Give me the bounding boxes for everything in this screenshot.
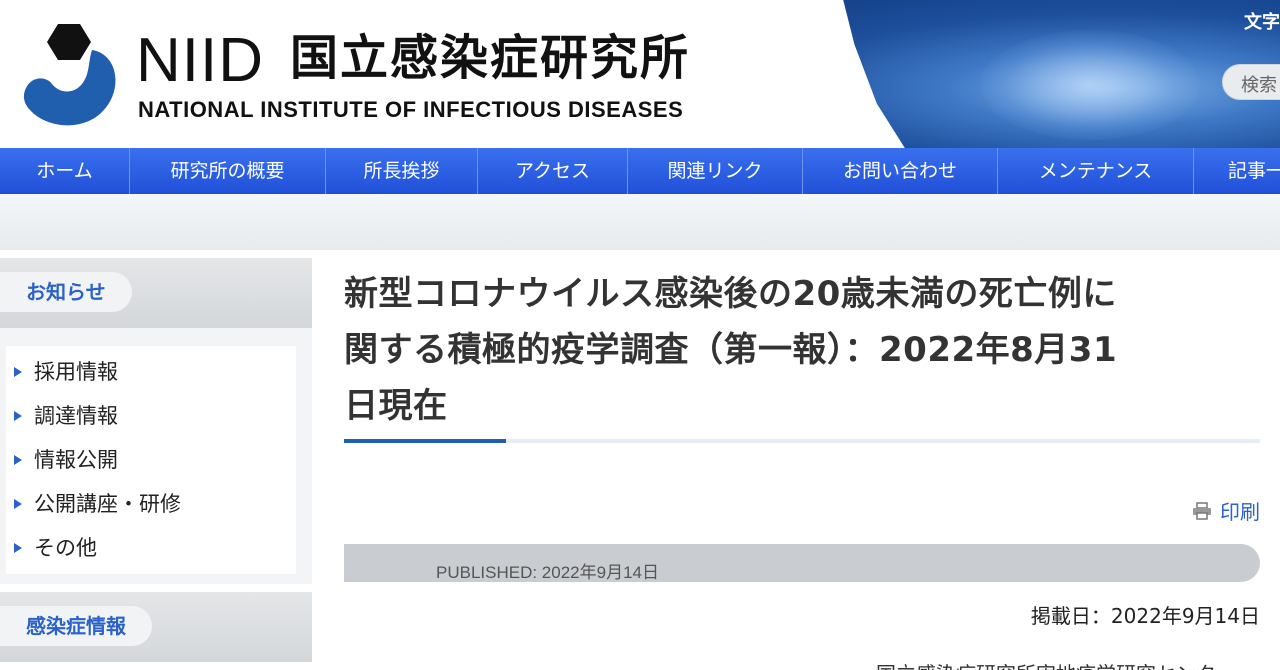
sidebar-section-news: お知らせ [0, 258, 312, 328]
posted-date: 掲載日：2022年9月14日 [1030, 604, 1260, 628]
logo-english-name: NATIONAL INSTITUTE OF INFECTIOUS DISEASE… [138, 97, 684, 122]
article-main: 新型コロナウイルス感染後の20歳未満の死亡例に 関する積極的疫学調査（第一報）：… [344, 258, 1260, 670]
sidebar-news-list: 採用情報 調達情報 情報公開 公開講座・研修 その他 [0, 328, 312, 584]
logo-japanese-name: 国立感染症研究所 [290, 30, 691, 86]
sidebar-item-other[interactable]: その他 [6, 526, 296, 570]
article-title: 新型コロナウイルス感染後の20歳未満の死亡例に 関する積極的疫学調査（第一報）：… [344, 274, 1118, 426]
sidebar-section-infectious-diseases: 感染症情報 [0, 592, 312, 662]
sidebar-item-disclosure[interactable]: 情報公開 [6, 438, 296, 482]
nav-contact[interactable]: お問い合わせ [803, 148, 998, 194]
bullet-triangle-icon [14, 499, 22, 509]
sidebar-item-recruitment[interactable]: 採用情報 [6, 350, 296, 394]
font-size-link[interactable]: 文字 [1244, 8, 1280, 34]
nav-related-links[interactable]: 関連リンク [628, 148, 803, 194]
site-header: NIID 国立感染症研究所 NATIONAL INSTITUTE OF INFE… [0, 0, 1280, 148]
bullet-triangle-icon [14, 367, 22, 377]
sidebar-section-title: お知らせ [0, 272, 132, 312]
published-date: PUBLISHED: 2022年9月14日 [436, 563, 659, 582]
sidebar: お知らせ 採用情報 調達情報 情報公開 公開講座・研修 その他 感染症情報 [0, 258, 312, 670]
header-banner-glow [980, 30, 1200, 140]
nav-home[interactable]: ホーム [0, 148, 130, 194]
title-divider-accent [344, 439, 506, 443]
author-affiliation: 国立感染症研究所実地疫学研究センター [876, 658, 1236, 670]
printer-icon [1193, 501, 1211, 520]
print-button[interactable]: 印刷 [1192, 496, 1260, 525]
bullet-triangle-icon [14, 411, 22, 421]
search-input[interactable]: 検索 [1222, 64, 1280, 100]
main-navigation: ホーム 研究所の概要 所長挨拶 アクセス 関連リンク お問い合わせ メンテナンス… [0, 148, 1280, 194]
sidebar-item-procurement[interactable]: 調達情報 [6, 394, 296, 438]
nav-about[interactable]: 研究所の概要 [130, 148, 326, 194]
logo-niid-text: NIID [136, 26, 264, 95]
sub-navigation-bar [0, 194, 1280, 250]
bullet-triangle-icon [14, 543, 22, 553]
bullet-triangle-icon [14, 455, 22, 465]
nav-maintenance[interactable]: メンテナンス [998, 148, 1194, 194]
nav-access[interactable]: アクセス [478, 148, 628, 194]
niid-logo-icon[interactable] [18, 20, 128, 130]
sidebar-section-title: 感染症情報 [0, 606, 152, 646]
nav-article-list[interactable]: 記事一 [1194, 148, 1280, 194]
sidebar-item-lectures[interactable]: 公開講座・研修 [6, 482, 296, 526]
nav-director-greeting[interactable]: 所長挨拶 [326, 148, 478, 194]
